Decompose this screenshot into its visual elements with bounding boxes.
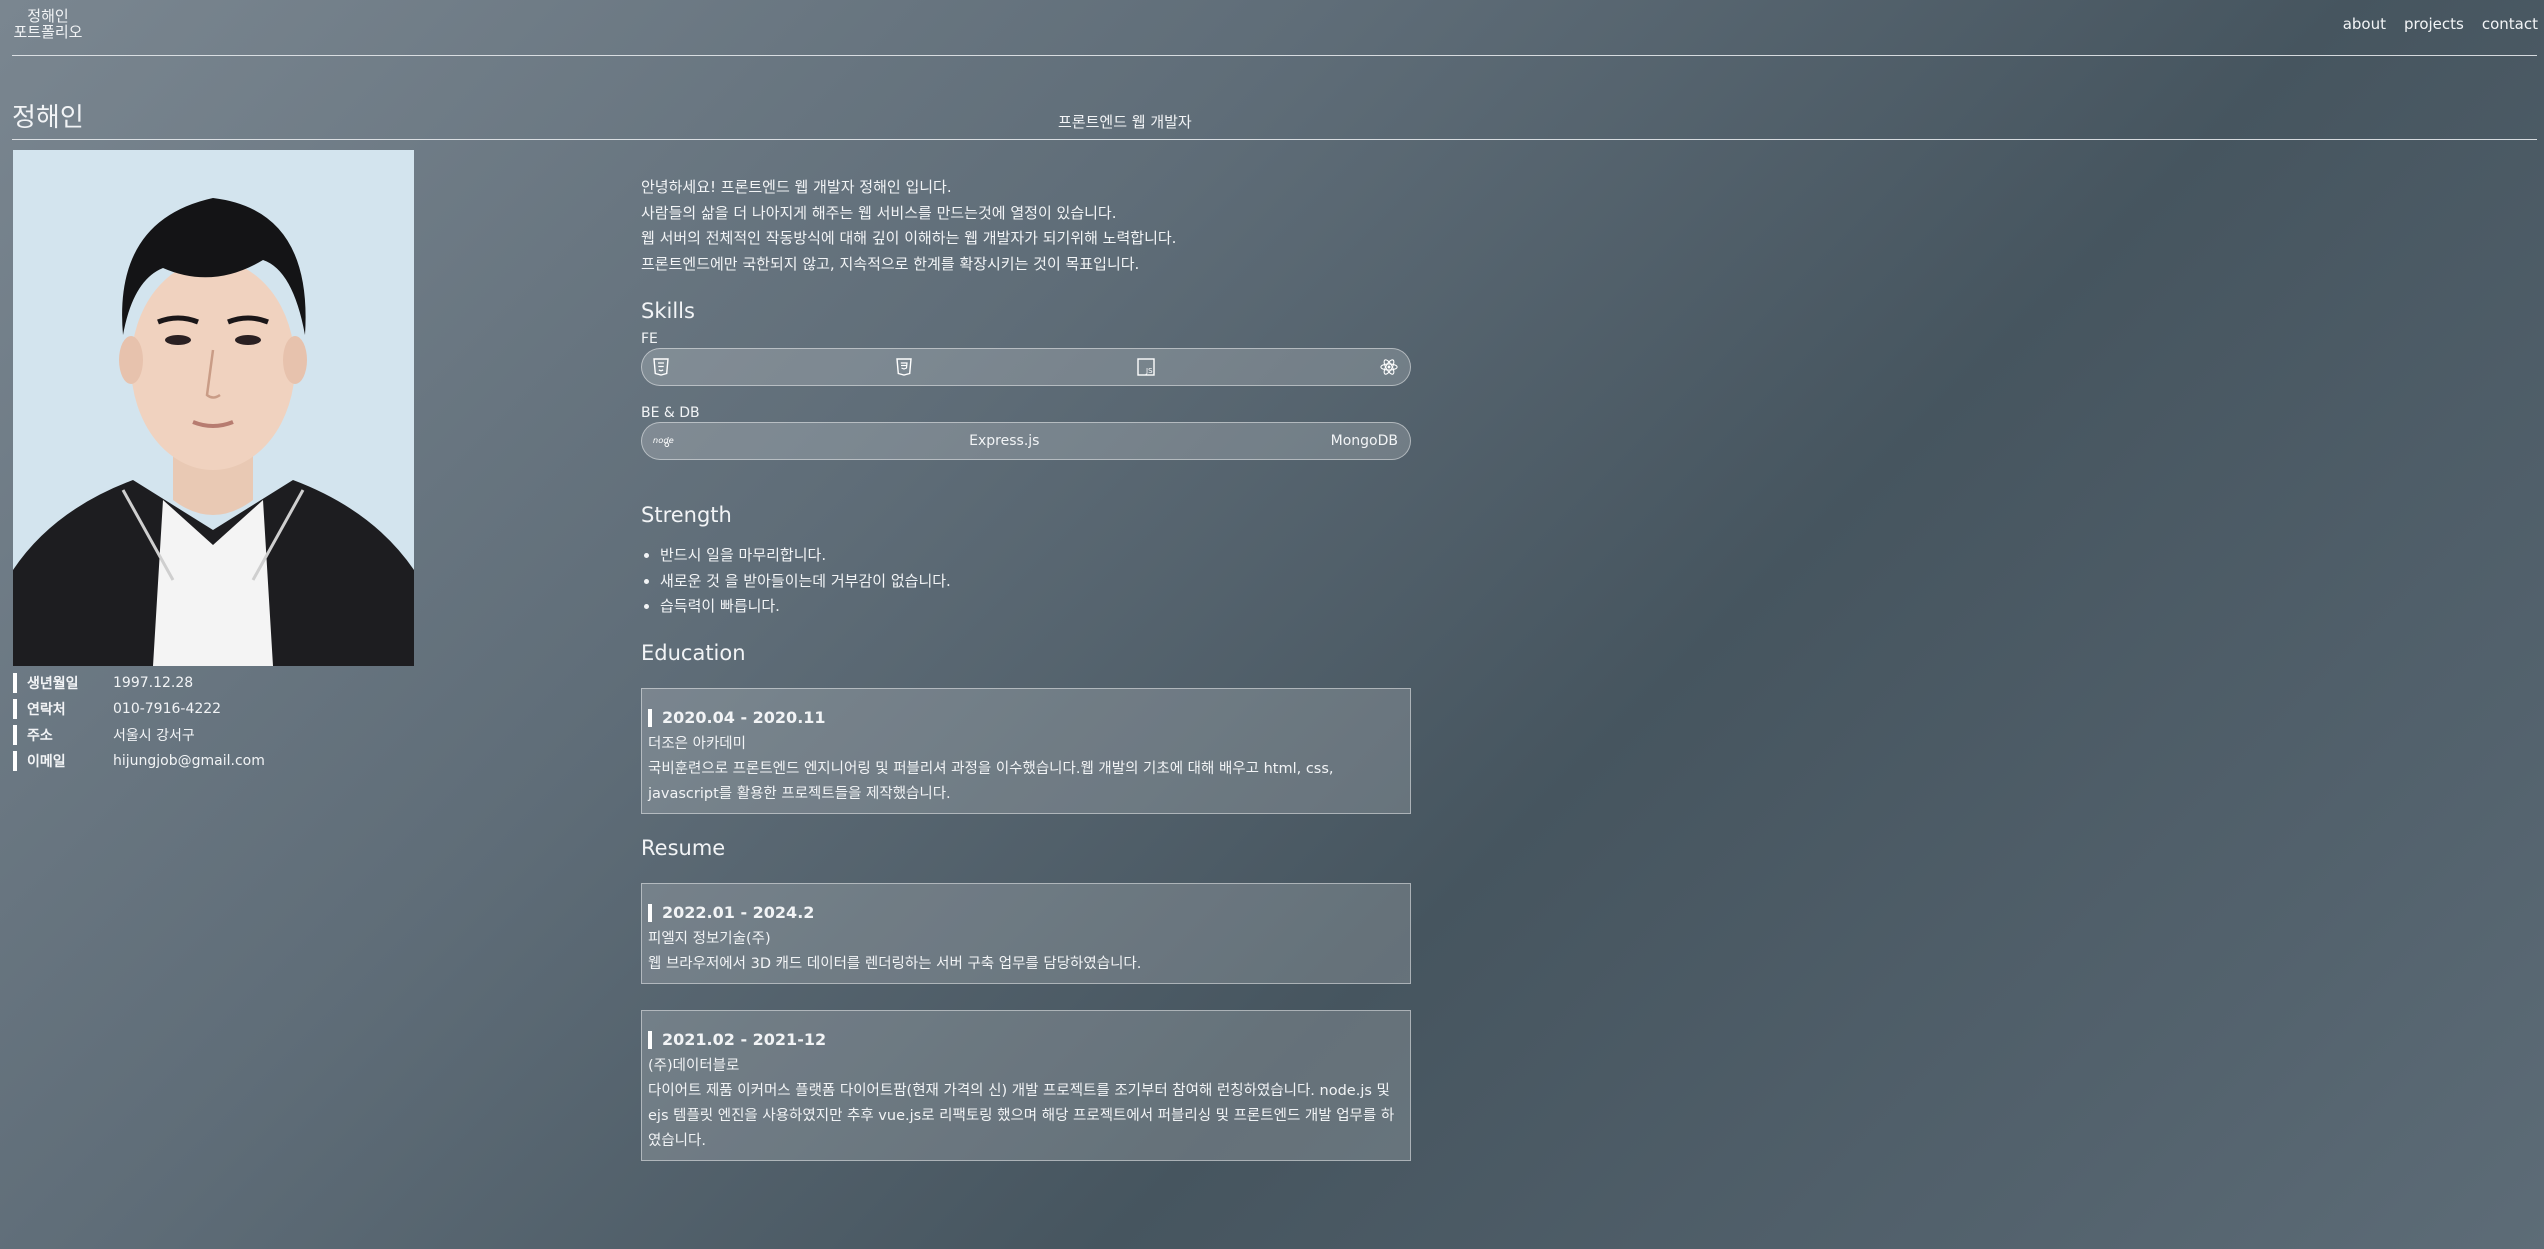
info-row-birth: 생년월일 1997.12.28 <box>13 670 265 696</box>
info-value: hijungjob@gmail.com <box>113 753 265 769</box>
resume-heading: Resume <box>641 836 726 860</box>
nav-about[interactable]: about <box>2343 15 2386 33</box>
page-subtitle: 프론트엔드 웹 개발자 <box>1058 113 1192 131</box>
react-icon <box>1380 358 1398 376</box>
html5-icon <box>652 358 670 376</box>
intro-line: 안녕하세요! 프론트엔드 웹 개발자 정해인 입니다. <box>641 178 952 196</box>
info-label: 주소 <box>13 725 113 745</box>
info-row-phone: 연락처 010-7916-4222 <box>13 696 265 722</box>
resume-card: 2022.01 - 2024.2 피엘지 정보기술(주) 웹 브라우저에서 3D… <box>641 883 1411 984</box>
intro-line: 웹 서버의 전체적인 작동방식에 대해 깊이 이해하는 웹 개발자가 되기위해 … <box>641 229 1177 247</box>
site-logo[interactable]: 정해인 포트폴리오 <box>12 8 84 40</box>
strength-list: 반드시 일을 마무리합니다. 새로운 것 을 받아들이는데 거부감이 없습니다.… <box>641 543 951 620</box>
info-row-email: 이메일 hijungjob@gmail.com <box>13 748 265 774</box>
info-label: 이메일 <box>13 751 113 771</box>
list-item: 새로운 것 을 받아들이는데 거부감이 없습니다. <box>660 569 951 595</box>
card-desc: 웹 브라우저에서 3D 캐드 데이터를 렌더링하는 서버 구축 업무를 담당하였… <box>648 956 1142 972</box>
resume-card: 2021.02 - 2021-12 (주)데이터블로 다이어트 제품 이커머스 … <box>641 1010 1411 1161</box>
fe-label: FE <box>641 331 658 347</box>
page-title: 정해인 <box>12 103 84 133</box>
resume-section: Resume 2022.01 - 2024.2 피엘지 정보기술(주) 웹 브라… <box>641 836 1411 1161</box>
skills-section: Skills FE JS BE & DB node Express.js Mon… <box>641 299 1411 460</box>
info-value: 1997.12.28 <box>113 675 194 691</box>
card-desc: 국비훈련으로 프론트엔드 엔지니어링 및 퍼블리셔 과정을 이수했습니다.웹 개… <box>648 761 1334 802</box>
intro-text: 안녕하세요! 프론트엔드 웹 개발자 정해인 입니다. 사람들의 삶을 더 나아… <box>641 175 1176 277</box>
strength-section: Strength 반드시 일을 마무리합니다. 새로운 것 을 받아들이는데 거… <box>641 503 951 620</box>
nodejs-icon: node <box>652 432 678 450</box>
svg-text:JS: JS <box>1145 367 1153 375</box>
title-divider <box>12 139 2537 140</box>
intro-line: 사람들의 삶을 더 나아지게 해주는 웹 서비스를 만드는것에 열정이 있습니다… <box>641 203 1117 222</box>
expressjs-label: Express.js <box>969 433 1040 449</box>
list-item: 습득력이 빠릅니다. <box>660 594 951 620</box>
card-org: 피엘지 정보기술(주) <box>648 931 771 947</box>
info-label: 연락처 <box>13 699 113 719</box>
info-label: 생년월일 <box>13 673 113 693</box>
skills-heading: Skills <box>641 299 695 323</box>
intro-line: 프론트엔드에만 국한되지 않고, 지속적으로 한계를 확장시키는 것이 목표입니… <box>641 254 1140 273</box>
card-desc: 다이어트 제품 이커머스 플랫폼 다이어트팜(현재 가격의 신) 개발 프로젝트… <box>648 1083 1395 1149</box>
education-heading: Education <box>641 641 746 665</box>
strength-heading: Strength <box>641 503 732 527</box>
mongodb-label: MongoDB <box>1330 433 1398 449</box>
education-card: 2020.04 - 2020.11 더조은 아카데미 국비훈련으로 프론트엔드 … <box>641 688 1411 814</box>
info-value: 서울시 강서구 <box>113 728 195 744</box>
list-item: 반드시 일을 마무리합니다. <box>660 543 951 569</box>
logo-line-1: 정해인 <box>27 7 69 25</box>
card-date: 2021.02 - 2021-12 <box>648 1031 1402 1049</box>
header-divider <box>12 55 2537 56</box>
css3-icon <box>895 358 913 376</box>
logo-line-2: 포트폴리오 <box>13 23 83 41</box>
card-org: 더조은 아카데미 <box>648 736 746 752</box>
education-section: Education 2020.04 - 2020.11 더조은 아카데미 국비훈… <box>641 641 1411 814</box>
nodejs-logo-text: node <box>653 435 674 445</box>
info-value: 010-7916-4222 <box>113 701 222 717</box>
card-org: (주)데이터블로 <box>648 1058 740 1074</box>
nav-projects[interactable]: projects <box>2404 15 2464 33</box>
be-label: BE & DB <box>641 405 700 421</box>
profile-photo <box>13 150 414 666</box>
nav-contact[interactable]: contact <box>2482 15 2538 33</box>
profile-info: 생년월일 1997.12.28 연락처 010-7916-4222 주소 서울시… <box>13 670 265 774</box>
card-date: 2020.04 - 2020.11 <box>648 709 1402 727</box>
card-date: 2022.01 - 2024.2 <box>648 904 1402 922</box>
info-row-address: 주소 서울시 강서구 <box>13 722 265 748</box>
fe-skill-bar: JS <box>641 348 1411 386</box>
be-skill-bar: node Express.js MongoDB <box>641 422 1411 460</box>
javascript-icon: JS <box>1137 358 1156 376</box>
top-nav: about projects contact <box>2343 15 2538 33</box>
